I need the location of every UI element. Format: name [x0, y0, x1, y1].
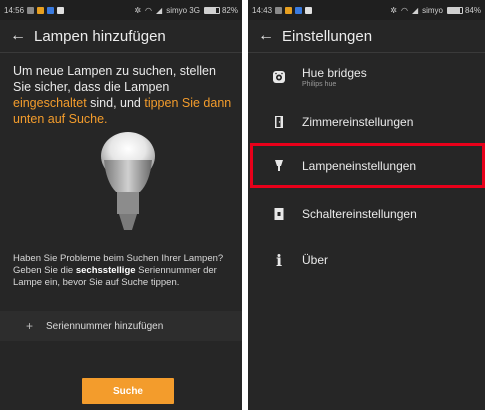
status-time: 14:56	[4, 5, 25, 15]
instruction-text: sind, und	[86, 96, 145, 110]
notification-icon	[305, 6, 313, 14]
notification-icon	[275, 6, 283, 14]
battery-icon: 84%	[446, 5, 481, 15]
bridge-icon	[270, 70, 288, 84]
menu-item-ueber[interactable]: i Über	[248, 246, 485, 274]
einstellungen-screen: 14:43 ✲ ◠ ◢ simyo 84% ← Einstellungen Hu…	[248, 0, 485, 410]
search-instructions: Um neue Lampen zu suchen, stellen Sie si…	[13, 63, 235, 127]
notification-icon	[285, 6, 293, 14]
menu-label: Über	[302, 253, 329, 267]
back-arrow-icon[interactable]: ←	[258, 27, 282, 45]
instruction-text: Um neue Lampen zu suchen, stellen Sie si…	[13, 64, 216, 94]
status-bar: 14:56 ✲ ◠ ◢ simyo 3G 82%	[0, 0, 242, 20]
page-title: Einstellungen	[282, 27, 373, 45]
add-serial-number-button[interactable]: + Seriennummer hinzufügen	[0, 311, 242, 341]
status-time: 14:43	[252, 5, 273, 15]
instruction-text: .	[104, 112, 108, 126]
battery-icon: 82%	[203, 5, 238, 15]
plus-icon: +	[26, 319, 34, 333]
wifi-icon: ◠	[400, 5, 408, 15]
bluetooth-icon: ✲	[134, 5, 142, 15]
info-icon: i	[275, 250, 283, 270]
lampen-hinzufuegen-screen: 14:56 ✲ ◠ ◢ simyo 3G 82% ← Lampen hinzuf…	[0, 0, 242, 410]
carrier-label: simyo	[422, 5, 443, 15]
switch-icon	[270, 207, 288, 221]
search-button[interactable]: Suche	[82, 378, 174, 404]
wifi-icon: ◠	[145, 5, 153, 15]
bulb-icon	[101, 132, 155, 230]
notification-icon	[295, 6, 303, 14]
app-bar: ← Lampen hinzufügen	[0, 20, 242, 53]
menu-label: Zimmereinstellungen	[302, 115, 414, 129]
door-icon	[270, 115, 288, 129]
menu-label: Hue bridges	[302, 66, 367, 80]
status-bar: 14:43 ✲ ◠ ◢ simyo 84%	[248, 0, 485, 20]
help-text-bold: sechsstellige	[75, 265, 136, 276]
bluetooth-icon: ✲	[390, 5, 397, 15]
carrier-label: simyo 3G	[166, 5, 200, 15]
notification-icon	[47, 6, 55, 14]
notification-icon	[57, 6, 65, 14]
menu-label: Schaltereinstellungen	[302, 207, 417, 221]
battery-percent: 84%	[464, 5, 481, 15]
notification-icon	[37, 6, 45, 14]
highlight-box	[250, 143, 485, 188]
help-text: Haben Sie Probleme beim Suchen Ihrer Lam…	[13, 253, 235, 289]
signal-icon: ◢	[411, 5, 419, 15]
signal-icon: ◢	[156, 5, 163, 15]
menu-item-hue-bridges[interactable]: Hue bridges Philips hue	[248, 62, 485, 92]
instruction-highlight: eingeschaltet	[13, 96, 87, 110]
page-title: Lampen hinzufügen	[34, 27, 166, 45]
add-serial-label: Seriennummer hinzufügen	[46, 320, 164, 332]
back-arrow-icon[interactable]: ←	[10, 27, 34, 45]
app-bar: ← Einstellungen	[248, 20, 485, 53]
notification-icon	[27, 6, 35, 14]
menu-item-schaltereinstellungen[interactable]: Schaltereinstellungen	[248, 200, 485, 228]
menu-sublabel: Philips hue	[302, 81, 337, 88]
battery-percent: 82%	[221, 5, 238, 15]
menu-item-zimmereinstellungen[interactable]: Zimmereinstellungen	[248, 108, 485, 136]
